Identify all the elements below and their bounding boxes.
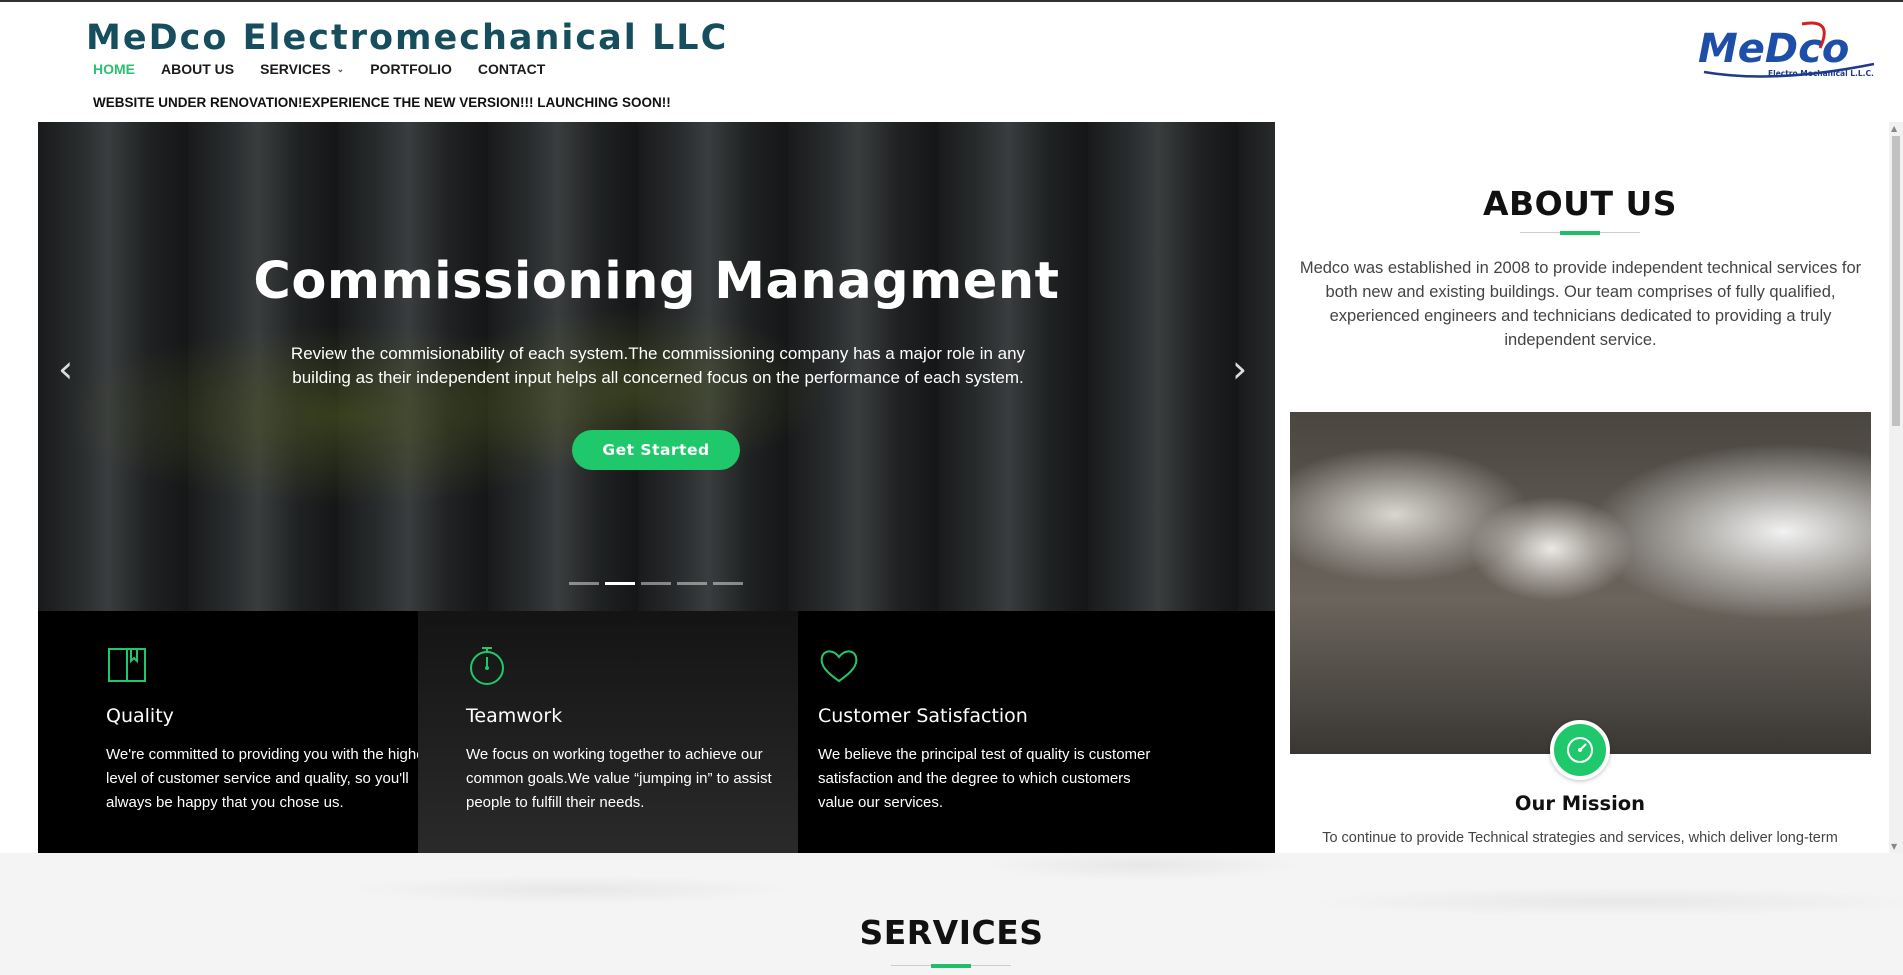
nav-about-us-label: ABOUT US bbox=[161, 61, 235, 77]
hero-description: Review the commisionability of each syst… bbox=[290, 344, 1026, 387]
top-border bbox=[0, 0, 1903, 2]
medco-logo[interactable]: MeDco Electro Mechanical L.L.C. bbox=[1694, 18, 1884, 86]
about-description: Medco was established in 2008 to provide… bbox=[1299, 259, 1862, 349]
carousel-next-icon[interactable]: › bbox=[1232, 350, 1247, 388]
feature-text: We're committed to providing you with th… bbox=[106, 746, 437, 811]
about-us-panel: ABOUT US Medco was established in 2008 t… bbox=[1275, 122, 1885, 853]
logo-word: MeDco bbox=[1698, 26, 1849, 72]
nav-contact-label: CONTACT bbox=[477, 61, 546, 77]
nav-home[interactable]: HOME bbox=[93, 61, 135, 77]
site-brand-title[interactable]: MeDco Electromechanical LLC bbox=[86, 18, 728, 58]
feature-panels: Quality We're committed to providing you… bbox=[38, 611, 1275, 853]
feature-teamwork: Teamwork We focus on working together to… bbox=[418, 611, 798, 853]
heart-icon bbox=[820, 650, 858, 683]
carousel-indicator[interactable] bbox=[713, 582, 743, 585]
about-title: ABOUT US bbox=[1482, 184, 1678, 223]
scroll-down-icon[interactable]: ▼ bbox=[1891, 842, 1897, 851]
feature-text: We focus on working together to achieve … bbox=[466, 746, 772, 811]
nav-portfolio[interactable]: PORTFOLIO bbox=[370, 61, 452, 77]
chevron-down-icon: ⌄ bbox=[336, 63, 345, 74]
carousel-indicator[interactable] bbox=[641, 582, 671, 585]
feature-title: Teamwork bbox=[466, 705, 563, 727]
mission-text: To continue to provide Technical strateg… bbox=[1322, 830, 1838, 846]
logo-tagline: Electro Mechanical L.L.C. bbox=[1768, 69, 1874, 78]
scroll-up-icon[interactable]: ▲ bbox=[1891, 124, 1897, 133]
feature-customer-satisfaction: Customer Satisfaction We believe the pri… bbox=[798, 611, 1275, 853]
renovation-notice: WEBSITE UNDER RENOVATION!EXPERIENCE THE … bbox=[93, 95, 671, 110]
get-started-button[interactable]: Get Started bbox=[572, 430, 740, 470]
feature-quality: Quality We're committed to providing you… bbox=[38, 611, 436, 853]
speedometer-icon bbox=[1550, 720, 1610, 780]
nav-services[interactable]: SERVICES ⌄ bbox=[260, 61, 344, 77]
services-title: SERVICES bbox=[859, 913, 1044, 952]
book-icon bbox=[108, 648, 146, 682]
feature-title: Quality bbox=[106, 705, 174, 727]
scrollbar-thumb[interactable] bbox=[1892, 136, 1900, 426]
panel-scrollbar[interactable]: ▲ ▼ bbox=[1889, 122, 1903, 853]
carousel-indicator[interactable] bbox=[677, 582, 707, 585]
nav-contact[interactable]: CONTACT bbox=[478, 61, 545, 77]
hero-carousel: Commissioning Managment Review the commi… bbox=[38, 122, 1275, 611]
feature-text: We believe the principal test of quality… bbox=[818, 746, 1151, 811]
services-section: SERVICES bbox=[0, 853, 1903, 975]
feature-title: Customer Satisfaction bbox=[818, 705, 1028, 727]
stopwatch-icon bbox=[470, 647, 504, 685]
title-underline bbox=[1560, 231, 1600, 235]
carousel-indicator-active[interactable] bbox=[605, 582, 635, 585]
carousel-prev-icon[interactable]: ‹ bbox=[58, 350, 73, 388]
title-underline bbox=[931, 964, 971, 968]
nav-services-label: SERVICES bbox=[260, 61, 331, 77]
carousel-indicator[interactable] bbox=[569, 582, 599, 585]
carousel-indicators bbox=[569, 582, 743, 585]
nav-home-label: HOME bbox=[93, 61, 135, 77]
hero-title: Commissioning Managment bbox=[253, 252, 1060, 311]
about-photo bbox=[1290, 412, 1871, 754]
nav-about-us[interactable]: ABOUT US bbox=[161, 61, 234, 77]
nav-portfolio-label: PORTFOLIO bbox=[370, 61, 452, 77]
main-nav: HOME ABOUT US SERVICES ⌄ PORTFOLIO CONTAC… bbox=[93, 61, 545, 77]
mission-title: Our Mission bbox=[1514, 792, 1646, 815]
